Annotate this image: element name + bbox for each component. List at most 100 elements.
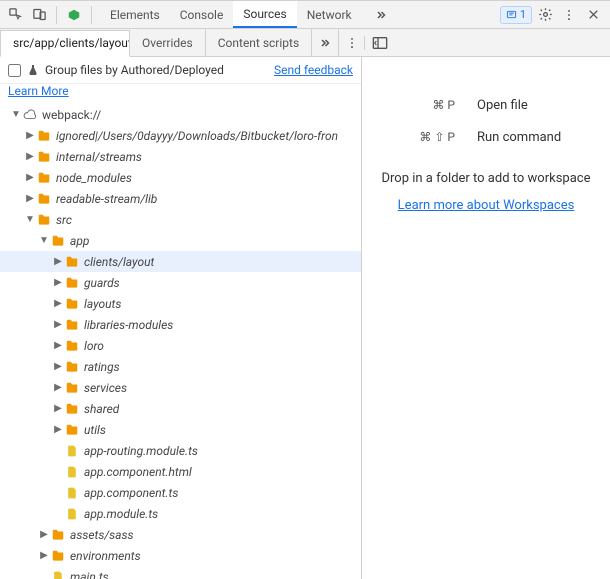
disclosure-triangle-icon[interactable]: ▶ — [52, 382, 64, 393]
tree-item-label: app.component.ts — [84, 486, 178, 500]
folder-item[interactable]: ▶ layouts — [0, 293, 361, 314]
disclosure-triangle-icon[interactable]: ▶ — [52, 340, 64, 351]
tab-sources[interactable]: Sources — [233, 1, 296, 28]
disclosure-triangle-icon[interactable]: ▶ — [52, 256, 64, 267]
app-icon — [63, 4, 85, 26]
folder-item[interactable]: ▶ignored|/Users/0dayyy/Downloads/Bitbuck… — [0, 125, 361, 146]
folder-item[interactable]: ▶shared — [0, 398, 361, 419]
sources-subbar: src/app/clients/layoutOverridesContent s… — [0, 29, 610, 57]
tree-item-label: utils — [84, 423, 106, 437]
inspect-element-icon[interactable] — [4, 4, 26, 26]
tree-item-label: src — [56, 213, 72, 227]
open-file-shortcut: ⌘ P — [395, 98, 455, 112]
tab-console[interactable]: Console — [170, 1, 234, 28]
tree-item-label: app — [70, 234, 89, 248]
file-icon — [50, 569, 66, 579]
group-files-checkbox[interactable] — [8, 64, 21, 77]
file-item[interactable]: main.ts — [0, 566, 361, 579]
folder-item[interactable]: ▶ guards — [0, 272, 361, 293]
disclosure-triangle-icon[interactable]: ▶ — [52, 319, 64, 330]
disclosure-triangle-icon[interactable]: ▶ — [24, 130, 36, 141]
folder-icon — [50, 233, 66, 249]
folder-item[interactable]: ▶ratings — [0, 356, 361, 377]
folder-item[interactable]: ▶environments — [0, 545, 361, 566]
tree-item-label: assets/sass — [70, 528, 134, 542]
disclosure-triangle-icon[interactable]: ▶ — [24, 172, 36, 183]
subtab-2[interactable]: Content scripts — [206, 29, 312, 56]
folder-icon — [36, 149, 52, 165]
folder-item[interactable]: ▶ utils — [0, 419, 361, 440]
folder-item[interactable]: ▶clients/layout — [0, 251, 361, 272]
folder-icon — [64, 275, 80, 291]
close-icon[interactable] — [582, 4, 604, 26]
disclosure-triangle-icon[interactable]: ▼ — [38, 235, 50, 246]
folder-item[interactable]: ▶loro — [0, 335, 361, 356]
subbar-kebab-icon[interactable] — [339, 36, 365, 50]
disclosure-triangle-icon[interactable]: ▶ — [52, 403, 64, 414]
send-feedback-link[interactable]: Send feedback — [274, 63, 353, 77]
file-item[interactable]: app.component.ts — [0, 482, 361, 503]
open-file-label: Open file — [477, 98, 577, 113]
folder-icon — [64, 338, 80, 354]
tab-elements[interactable]: Elements — [100, 1, 170, 28]
folder-icon — [36, 170, 52, 186]
file-item[interactable]: app.module.ts — [0, 503, 361, 524]
disclosure-triangle-icon[interactable]: ▼ — [24, 214, 36, 225]
file-navigator: Group files by Authored/Deployed Send fe… — [0, 57, 362, 579]
disclosure-triangle-icon[interactable]: ▶ — [52, 298, 64, 309]
disclosure-triangle-icon[interactable]: ▼ — [10, 109, 22, 120]
disclosure-triangle-icon[interactable]: ▶ — [52, 424, 64, 435]
file-icon — [64, 464, 80, 480]
tree-item-label: app-routing.module.ts — [84, 444, 198, 458]
cloud-icon — [22, 107, 38, 123]
disclosure-triangle-icon[interactable]: ▶ — [24, 193, 36, 204]
tree-item-label: services — [84, 381, 127, 395]
settings-icon[interactable] — [534, 4, 556, 26]
file-icon — [64, 443, 80, 459]
subtabs-overflow-icon[interactable] — [312, 37, 338, 49]
disclosure-triangle-icon[interactable]: ▶ — [52, 361, 64, 372]
folder-item[interactable]: ▶ assets/sass — [0, 524, 361, 545]
disclosure-triangle-icon[interactable]: ▶ — [52, 277, 64, 288]
issues-count: 1 — [520, 8, 526, 21]
tree-item-label: layouts — [84, 297, 121, 311]
folder-item[interactable]: ▶node_modules — [0, 167, 361, 188]
folder-item[interactable]: ▼ app — [0, 230, 361, 251]
source-root[interactable]: ▼ webpack:// — [0, 104, 361, 125]
tree-item-label: libraries-modules — [84, 318, 173, 332]
file-icon — [64, 485, 80, 501]
tree-item-label: guards — [84, 276, 120, 290]
file-item[interactable]: app.component.html — [0, 461, 361, 482]
folder-icon — [64, 254, 80, 270]
editor-empty-state: ⌘ P Open file ⌘ ⇧ P Run command Drop in … — [362, 57, 610, 579]
tabs-overflow-icon[interactable] — [368, 9, 394, 21]
main-tabs: ElementsConsoleSourcesNetwork — [100, 1, 362, 28]
separator — [56, 6, 57, 24]
folder-item[interactable]: ▶internal/streams — [0, 146, 361, 167]
workspaces-link[interactable]: Learn more about Workspaces — [398, 198, 575, 213]
tree-item-label: webpack:// — [42, 108, 101, 122]
kebab-menu-icon[interactable] — [558, 4, 580, 26]
flask-icon — [27, 64, 39, 76]
toggle-navigator-icon[interactable] — [365, 36, 395, 50]
issues-badge[interactable]: 1 — [500, 6, 532, 24]
folder-icon — [64, 317, 80, 333]
subtab-0[interactable]: src/app/clients/layout — [0, 30, 130, 57]
disclosure-triangle-icon[interactable]: ▶ — [24, 151, 36, 162]
file-tree[interactable]: ▼ webpack:// ▶ignored|/Users/0dayyy/Downlo… — [0, 104, 361, 579]
folder-item[interactable]: ▼ src — [0, 209, 361, 230]
authored-info-bar: Group files by Authored/Deployed Send fe… — [0, 57, 361, 84]
folder-icon — [50, 548, 66, 564]
tab-network[interactable]: Network — [297, 1, 362, 28]
subtab-1[interactable]: Overrides — [130, 29, 206, 56]
file-item[interactable]: app-routing.module.ts — [0, 440, 361, 461]
folder-item[interactable]: ▶ services — [0, 377, 361, 398]
separator — [91, 6, 92, 24]
disclosure-triangle-icon[interactable]: ▶ — [38, 529, 50, 540]
device-toggle-icon[interactable] — [28, 4, 50, 26]
disclosure-triangle-icon[interactable]: ▶ — [38, 550, 50, 561]
learn-more-link[interactable]: Learn More — [8, 84, 69, 98]
folder-icon — [36, 128, 52, 144]
folder-item[interactable]: ▶readable-stream/lib — [0, 188, 361, 209]
folder-item[interactable]: ▶ libraries-modules — [0, 314, 361, 335]
